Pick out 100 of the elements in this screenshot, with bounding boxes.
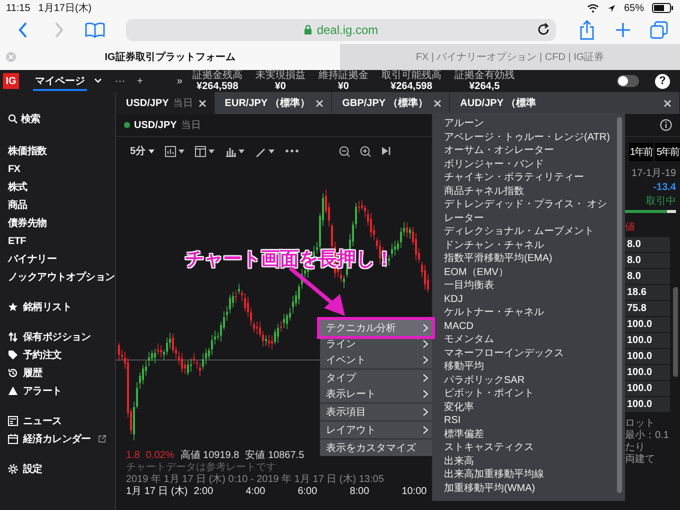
help-button[interactable]: ? bbox=[655, 74, 670, 88]
price-value: 8.0 bbox=[625, 237, 670, 252]
submenu-item[interactable]: ドンチャン・チャネル bbox=[444, 238, 611, 252]
caret-icon bbox=[238, 148, 245, 154]
chevron-right-icon bbox=[423, 408, 428, 416]
search-icon bbox=[8, 114, 18, 124]
submenu-item[interactable]: ボリンジャー・バンド bbox=[444, 158, 611, 171]
price-value: 18.6 bbox=[625, 285, 670, 300]
menu-item[interactable]: 表示レート bbox=[320, 386, 432, 402]
pencil-dropdown[interactable] bbox=[254, 146, 275, 156]
zoom-in-icon[interactable] bbox=[360, 146, 371, 156]
zoom-out-icon[interactable] bbox=[338, 146, 350, 156]
submenu-item[interactable]: 出来高 bbox=[444, 454, 611, 468]
expand-button[interactable]: » bbox=[176, 76, 182, 86]
submenu-item[interactable]: チャイキン・ボラティリティー bbox=[444, 171, 611, 184]
sidebar-item[interactable]: 経済カレンダー bbox=[8, 430, 106, 448]
browser-tab[interactable]: IG証券取引プラットフォーム bbox=[0, 44, 340, 70]
submenu-item[interactable]: アベレージ・トゥルー・レンジ(ATR) bbox=[444, 130, 611, 144]
bar-chart-icon bbox=[224, 146, 236, 156]
submenu-item[interactable]: モメンタム bbox=[444, 333, 611, 346]
sidebar-item[interactable]: 設定 bbox=[8, 460, 42, 478]
close-icon[interactable] bbox=[664, 100, 671, 106]
sidebar-item[interactable]: アラート bbox=[8, 382, 62, 400]
status-time: 11:15 bbox=[6, 2, 30, 14]
low-price: 安値 10867.5 bbox=[245, 450, 304, 462]
sidebar-item[interactable]: ノックアウトオプション bbox=[8, 268, 115, 286]
submenu-item[interactable]: ストキャスティクス bbox=[444, 441, 611, 454]
close-icon[interactable] bbox=[434, 100, 442, 106]
menu-item[interactable]: タイプ bbox=[320, 370, 432, 386]
submenu-item[interactable]: KDJ bbox=[444, 292, 611, 306]
scrollbar[interactable] bbox=[617, 117, 622, 493]
submenu-item[interactable]: MACD bbox=[444, 320, 611, 333]
stat-value: ¥264,598 bbox=[390, 81, 432, 92]
period-button[interactable]: 1年前 bbox=[628, 143, 654, 161]
submenu-item[interactable]: RSI bbox=[444, 414, 611, 428]
sidebar-item[interactable]: 予約注文 bbox=[8, 346, 62, 364]
sidebar-item[interactable]: 株価指数 bbox=[8, 142, 47, 160]
stat-label: 取引可能残高 bbox=[381, 70, 442, 81]
bar-chart-dropdown[interactable] bbox=[224, 146, 245, 156]
sidebar-item[interactable]: 履歴 bbox=[8, 364, 42, 382]
price-value: 8.0 bbox=[625, 269, 670, 284]
more-icon[interactable] bbox=[284, 149, 299, 153]
submenu-item[interactable]: オーサム・オシレーター bbox=[444, 144, 611, 158]
market-tab[interactable]: USD/JPY 当日 bbox=[116, 92, 215, 114]
menu-item[interactable]: テクニカル分析 bbox=[320, 320, 432, 336]
tabs-button[interactable] bbox=[648, 19, 670, 41]
sidebar-item[interactable]: 保有ポジション bbox=[8, 328, 91, 346]
submenu-item[interactable]: ピボット・ポイント bbox=[444, 387, 611, 400]
submenu-item[interactable]: 標準偏差 bbox=[444, 428, 611, 441]
sidebar-item[interactable]: ニュース bbox=[8, 412, 62, 430]
add-button[interactable]: + bbox=[137, 76, 143, 86]
close-icon[interactable] bbox=[198, 100, 206, 106]
toggle-switch[interactable] bbox=[617, 75, 639, 87]
market-tab[interactable]: EUR/JPY （標準） bbox=[214, 92, 332, 114]
sidebar-item[interactable]: 商品 bbox=[8, 196, 28, 214]
close-icon[interactable] bbox=[316, 100, 324, 106]
search-button[interactable]: 検索 bbox=[8, 110, 40, 128]
sidebar-item[interactable]: FX bbox=[8, 160, 20, 178]
axis-label: 8:00 bbox=[350, 486, 370, 498]
sidebar-item[interactable]: バイナリー bbox=[8, 250, 57, 268]
submenu-item[interactable]: 出来高加重移動平均線 bbox=[444, 468, 611, 482]
submenu-item[interactable]: マネーフローインデックス bbox=[444, 346, 611, 360]
submenu-item[interactable]: 加重移動平均(WMA) bbox=[444, 482, 611, 495]
submenu-item[interactable]: パラボリックSAR bbox=[444, 374, 611, 387]
period-button[interactable]: 5年前 bbox=[655, 143, 680, 161]
sidebar-item[interactable]: ETF bbox=[8, 232, 26, 250]
submenu-item[interactable]: 商品チャネル指数 bbox=[444, 184, 611, 198]
menu-item[interactable]: 表示項目 bbox=[320, 404, 432, 420]
sidebar-item[interactable]: 債券先物 bbox=[8, 214, 47, 232]
layout-icon bbox=[194, 146, 206, 156]
interval-dropdown[interactable]: 5分 bbox=[130, 144, 155, 158]
submenu-item[interactable]: ディレクショナル・ムーブメント bbox=[444, 225, 611, 238]
more-button[interactable]: ··· bbox=[115, 76, 125, 86]
submenu-item[interactable]: アルーン bbox=[444, 117, 611, 130]
scrollbar[interactable] bbox=[673, 287, 678, 377]
skip-to-end-icon[interactable] bbox=[380, 146, 391, 156]
sidebar-item[interactable]: 銘柄リスト bbox=[8, 298, 72, 316]
submenu-item[interactable]: 変化率 bbox=[444, 400, 611, 414]
layout-dropdown[interactable] bbox=[194, 146, 215, 156]
menu-item[interactable]: イベント bbox=[320, 352, 432, 368]
submenu-item[interactable]: 一目均衡表 bbox=[444, 279, 611, 292]
menu-item[interactable]: レイアウト bbox=[320, 422, 432, 438]
info-icon[interactable] bbox=[660, 119, 672, 131]
submenu-item[interactable]: 移動平均 bbox=[444, 360, 611, 374]
stat-label: 証拠金有効残 bbox=[454, 70, 514, 81]
caret-icon[interactable] bbox=[93, 77, 103, 85]
sidebar-item[interactable]: 株式 bbox=[8, 178, 28, 196]
submenu-item[interactable]: デトレンディッド・プライス・ オシレーター bbox=[444, 198, 611, 225]
swap-arrows-icon bbox=[8, 332, 18, 342]
axis-label: 1月 17 日 (木) bbox=[126, 486, 188, 498]
submenu-item[interactable]: EOM（EMV） bbox=[444, 266, 611, 279]
high-price: 高値 10919.8 bbox=[180, 450, 240, 462]
menu-item[interactable]: 表示をカスタマイズ bbox=[320, 440, 432, 456]
menu-item[interactable]: ライン bbox=[320, 336, 432, 352]
battery-icon bbox=[652, 3, 674, 13]
stat-value: ¥264,5 bbox=[469, 81, 500, 92]
submenu-item[interactable]: 指数平滑移動平均(EMA) bbox=[444, 252, 611, 266]
chart-type-dropdown[interactable] bbox=[164, 146, 185, 156]
submenu-item[interactable]: ケルトナー・チャネル bbox=[444, 306, 611, 320]
axis-label: 10:00 bbox=[402, 486, 427, 498]
